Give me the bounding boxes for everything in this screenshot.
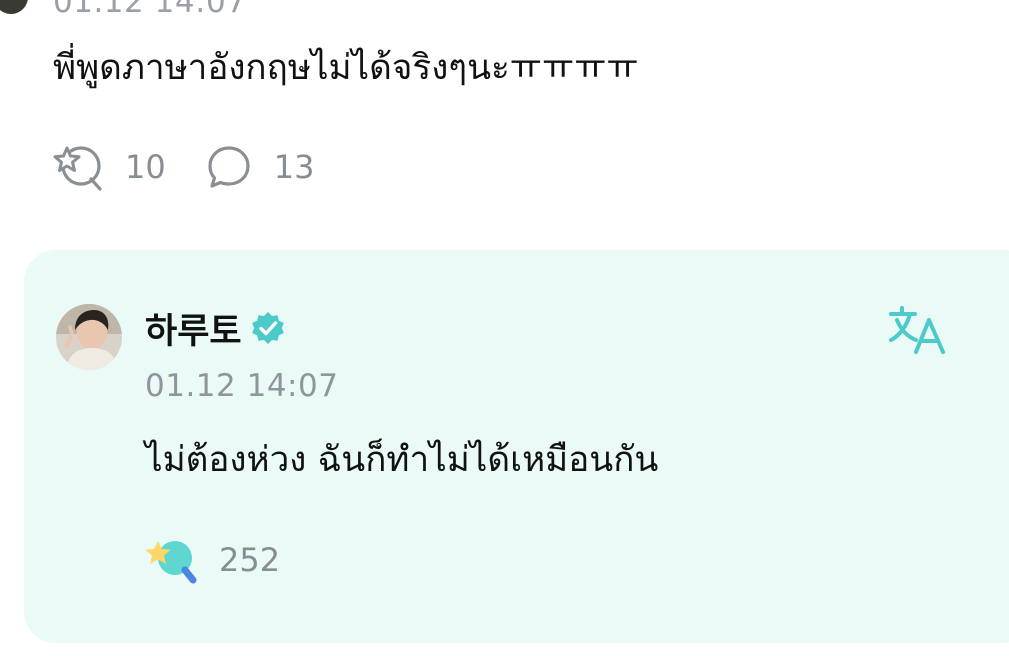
star-bubble-icon bbox=[53, 146, 102, 191]
reaction-count: 10 bbox=[125, 148, 166, 186]
artist-name-row: 하루토 bbox=[145, 304, 286, 352]
comment-bubble-icon bbox=[208, 146, 250, 188]
star-bubble-filled-icon bbox=[145, 541, 197, 584]
translate-icon bbox=[889, 306, 945, 354]
comment-button[interactable]: 13 bbox=[204, 142, 315, 192]
previous-post-text: พี่พูดภาษาอังกฤษไม่ได้จริงๆนะㅠㅠㅠㅠ bbox=[53, 48, 639, 88]
verified-badge-icon bbox=[251, 312, 284, 344]
previous-post-timestamp: 01.12 14:07 bbox=[53, 0, 247, 20]
artist-reply-card: 하루토 01.12 14:07 ไม่ต้องห่วง ฉันก็ทำไม่ได… bbox=[24, 250, 1009, 643]
reply-text: ไม่ต้องห่วง ฉันก็ทำไม่ได้เหมือนกัน bbox=[145, 440, 659, 480]
artist-avatar[interactable] bbox=[56, 304, 122, 370]
previous-post-avatar[interactable] bbox=[0, 0, 28, 14]
post-detail-screen: 01.12 14:07 พี่พูดภาษาอังกฤษไม่ได้จริงๆน… bbox=[0, 0, 1009, 656]
previous-post-actions: 10 13 bbox=[53, 142, 352, 192]
reply-timestamp: 01.12 14:07 bbox=[145, 368, 339, 404]
comment-count: 13 bbox=[273, 148, 315, 186]
translate-button[interactable] bbox=[888, 304, 950, 356]
reaction-button[interactable]: 10 bbox=[53, 142, 166, 192]
artist-name[interactable]: 하루토 bbox=[145, 303, 242, 354]
reply-reaction-button[interactable]: 252 bbox=[145, 532, 280, 588]
reply-reaction-count: 252 bbox=[219, 541, 281, 579]
